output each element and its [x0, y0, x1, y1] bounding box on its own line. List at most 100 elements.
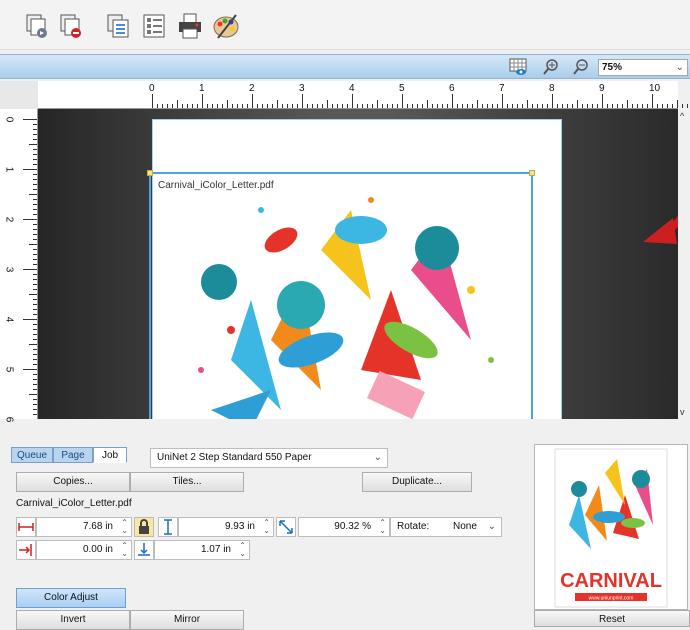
rotate-label: Rotate: [397, 521, 430, 532]
zoom-in-icon[interactable] [542, 58, 560, 76]
y-offset-spinner[interactable]: ⌃ ⌄ [239, 542, 246, 558]
grid-view-icon[interactable] [509, 58, 527, 76]
tiles-button[interactable]: Tiles... [130, 472, 244, 492]
zoom-select[interactable]: 75% ⌄ [598, 59, 688, 76]
ruler-tick [642, 104, 643, 108]
layout-icon[interactable] [104, 12, 132, 40]
y-offset-field[interactable]: 1.07 in ⌃ ⌄ [154, 540, 250, 560]
ruler-tick [427, 100, 428, 108]
ruler-tick [33, 179, 37, 180]
ruler-tick [342, 104, 343, 108]
rotate-value: None [453, 521, 477, 532]
ruler-tick [637, 104, 638, 108]
ruler-tick [612, 104, 613, 108]
ruler-tick [652, 94, 653, 108]
ruler-tick [33, 364, 37, 365]
ruler-tick [402, 94, 403, 108]
height-field[interactable]: 9.93 in ⌃ ⌄ [178, 517, 274, 537]
x-offset-field[interactable]: 0.00 in ⌃ ⌄ [36, 540, 132, 560]
ruler-tick [567, 104, 568, 108]
ruler-tick-label: 6 [3, 416, 15, 423]
chevron-down-icon[interactable]: v [680, 407, 685, 417]
ruler-tick [23, 119, 37, 120]
ruler-tick [33, 139, 37, 140]
ruler-tick [227, 100, 228, 108]
ruler-tick [33, 409, 37, 410]
ruler-tick [33, 374, 37, 375]
scale-icon [276, 517, 296, 537]
remove-queue-icon[interactable] [56, 12, 84, 40]
ruler-tick [602, 94, 603, 108]
ruler-tick [29, 194, 37, 195]
ruler-tick-label: 6 [449, 83, 455, 94]
zoom-out-icon[interactable] [572, 58, 590, 76]
tab-job[interactable]: Job [93, 447, 127, 463]
x-offset-spinner[interactable]: ⌃ ⌄ [121, 542, 128, 558]
image-frame[interactable]: Carnival_iColor_Letter.pdf [147, 170, 535, 419]
ruler-tick [452, 94, 453, 108]
height-spinner[interactable]: ⌃ ⌄ [263, 519, 270, 535]
add-queue-icon[interactable] [22, 12, 50, 40]
ruler-tick [577, 100, 578, 108]
ruler-tick [33, 199, 37, 200]
ruler-tick-label: 8 [549, 83, 555, 94]
preview-title: CARNIVAL [560, 570, 662, 592]
height-icon [158, 517, 178, 537]
list-icon[interactable] [140, 12, 168, 40]
preview-url: www.uniunprint.com [589, 596, 634, 602]
page-canvas[interactable]: Carnival_iColor_Letter.pdf [38, 109, 678, 419]
print-icon[interactable] [176, 12, 204, 40]
tab-page[interactable]: Page [53, 447, 93, 463]
ruler-tick [257, 104, 258, 108]
ruler-tick [33, 384, 37, 385]
resize-handle[interactable] [529, 170, 535, 176]
paper-profile-value: UniNet 2 Step Standard 550 Paper [157, 452, 312, 463]
chevron-up-icon[interactable]: ^ [680, 111, 684, 121]
ruler-tick [367, 104, 368, 108]
color-adjust-button[interactable]: Color Adjust [16, 588, 126, 608]
duplicate-button[interactable]: Duplicate... [362, 472, 472, 492]
ruler-tick [282, 104, 283, 108]
ruler-tick [33, 124, 37, 125]
ruler-tick [167, 104, 168, 108]
ruler-tick [597, 104, 598, 108]
ruler-tick [33, 414, 37, 415]
ruler-tick-label: 3 [299, 83, 305, 94]
ruler-tick-label: 9 [599, 83, 605, 94]
tab-queue[interactable]: Queue [11, 447, 53, 463]
mirror-button[interactable]: Mirror [130, 610, 244, 630]
vertical-scrollbar[interactable]: ^ v [678, 109, 690, 419]
copies-button[interactable]: Copies... [16, 472, 130, 492]
rotate-select[interactable]: Rotate: None ⌄ [390, 517, 502, 537]
ruler-tick [33, 324, 37, 325]
ruler-tick [667, 104, 668, 108]
scale-spinner[interactable]: ⌃ ⌄ [379, 519, 386, 535]
view-bar: 75% ⌄ [0, 54, 690, 79]
invert-button[interactable]: Invert [16, 610, 130, 630]
ruler-tick [447, 104, 448, 108]
resize-handle[interactable] [147, 170, 153, 176]
ruler-tick-label: 5 [399, 83, 405, 94]
reset-button[interactable]: Reset [534, 610, 690, 627]
width-field[interactable]: 7.68 in ⌃ ⌄ [36, 517, 132, 537]
horizontal-scrollbar[interactable] [38, 419, 690, 437]
ruler-tick [212, 104, 213, 108]
ruler-tick [372, 104, 373, 108]
paper-profile-select[interactable]: UniNet 2 Step Standard 550 Paper ⌄ [150, 448, 388, 468]
scale-field[interactable]: 90.32 % ⌃ ⌄ [298, 517, 390, 537]
ruler-tick-label: 2 [249, 83, 255, 94]
ruler-tick [437, 104, 438, 108]
lock-aspect-icon[interactable] [134, 517, 154, 537]
ruler-tick [582, 104, 583, 108]
ruler-tick [312, 104, 313, 108]
ruler-tick [352, 94, 353, 108]
ruler-tick [207, 104, 208, 108]
width-spinner[interactable]: ⌃ ⌄ [121, 519, 128, 535]
palette-icon[interactable] [212, 12, 240, 40]
ruler-tick [432, 104, 433, 108]
ruler-tick [33, 349, 37, 350]
ruler-tick [657, 104, 658, 108]
preview-thumbnail: CARNIVAL www.uniunprint.com [534, 444, 688, 610]
ruler-tick [247, 104, 248, 108]
ruler-tick [647, 104, 648, 108]
